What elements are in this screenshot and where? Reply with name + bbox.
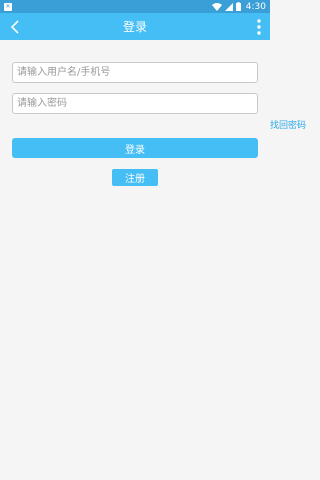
- battery-icon: [235, 2, 241, 11]
- forgot-password-link[interactable]: 找回密码: [270, 118, 306, 131]
- login-button[interactable]: 登录: [12, 138, 258, 158]
- notification-icon: ✕: [4, 2, 12, 11]
- back-button[interactable]: [4, 16, 24, 37]
- status-right: 4:30: [211, 1, 266, 12]
- status-left: ✕: [4, 2, 12, 11]
- wifi-icon: [211, 2, 222, 11]
- status-bar: ✕ 4:30: [0, 0, 270, 13]
- more-vertical-icon: [257, 18, 261, 35]
- username-input[interactable]: [12, 62, 258, 83]
- register-button[interactable]: 注册: [112, 169, 158, 186]
- chevron-left-icon: [10, 19, 19, 34]
- page-title: 登录: [122, 20, 147, 34]
- more-button[interactable]: [254, 16, 264, 37]
- password-input[interactable]: [12, 93, 258, 114]
- signal-icon: [224, 2, 233, 11]
- status-time: 4:30: [245, 1, 266, 12]
- app-bar: 登录: [0, 13, 270, 40]
